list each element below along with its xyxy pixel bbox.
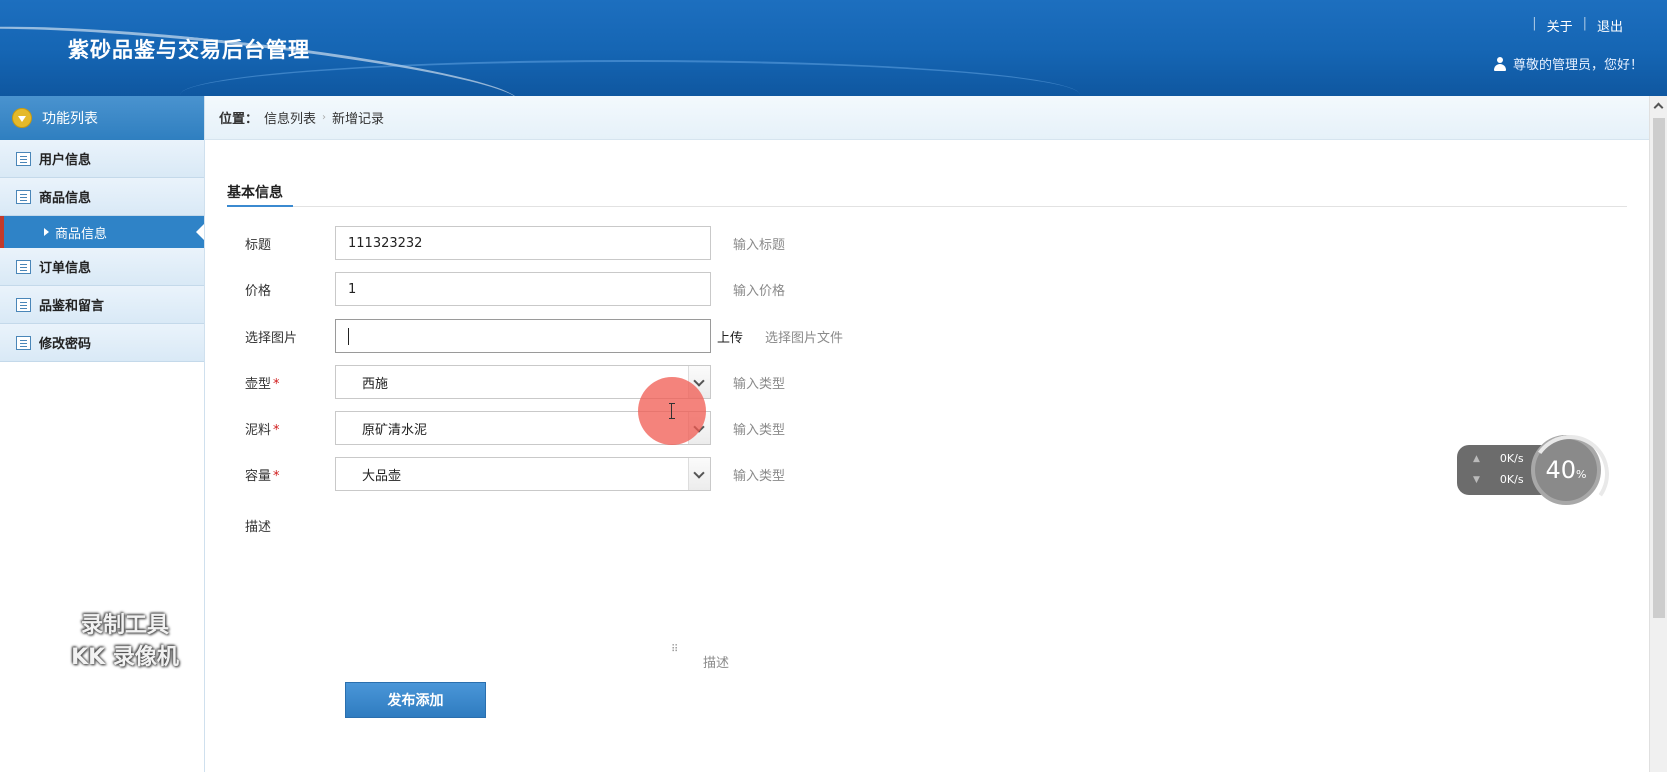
- text-cursor-icon: [669, 403, 677, 419]
- field-hint: 输入标题: [733, 237, 786, 253]
- app-title: 紫砂品鉴与交易后台管理: [68, 38, 310, 62]
- download-speed: 0K/s: [1499, 473, 1524, 486]
- sidebar-item-orders[interactable]: 订单信息: [0, 248, 204, 286]
- network-speed-widget[interactable]: ▲ 0K/s ▼ 0K/s 40%: [1457, 435, 1601, 507]
- about-link[interactable]: 关于: [1543, 16, 1577, 35]
- upload-speed: 0K/s: [1499, 452, 1524, 465]
- document-icon: [16, 189, 31, 204]
- upload-speed-row: ▲ 0K/s: [1473, 452, 1524, 465]
- chevron-down-icon[interactable]: [688, 458, 710, 490]
- price-input[interactable]: 1: [335, 272, 711, 306]
- link-separator: |: [1532, 16, 1537, 31]
- field-hint: 输入类型: [733, 422, 786, 438]
- download-speed-row: ▼ 0K/s: [1473, 473, 1524, 486]
- caret-right-icon: [44, 228, 49, 236]
- field-label-text: 容量: [245, 468, 272, 484]
- watermark-line: 录制工具: [80, 613, 169, 638]
- field-hint: 输入类型: [733, 468, 786, 484]
- required-marker: *: [273, 376, 280, 392]
- form-row-image: 选择图片 上传 选择图片文件: [245, 319, 843, 353]
- vertical-scrollbar[interactable]: [1649, 96, 1667, 772]
- field-hint: 输入类型: [733, 376, 786, 392]
- form-row-price: 价格 1 输入价格: [245, 272, 785, 306]
- submit-button[interactable]: 发布添加: [345, 682, 486, 718]
- document-icon: [16, 297, 31, 312]
- field-label: 泥料 *: [245, 419, 335, 438]
- sidebar-item-label: 商品信息: [55, 226, 108, 242]
- usage-unit: %: [1576, 467, 1587, 481]
- sidebar-item-label: 品鉴和留言: [39, 299, 105, 314]
- sidebar-item-password[interactable]: 修改密码: [0, 324, 204, 362]
- logout-link[interactable]: 退出: [1593, 16, 1627, 35]
- top-header: 紫砂品鉴与交易后台管理 | 关于 | 退出 尊敬的管理员，您好！: [0, 0, 1667, 96]
- field-label-text: 泥料: [245, 422, 272, 438]
- field-label: 选择图片: [245, 330, 298, 346]
- document-icon: [16, 259, 31, 274]
- scrollbar-thumb[interactable]: [1653, 118, 1665, 618]
- sidebar-item-label: 商品信息: [39, 191, 92, 206]
- field-label: 标题: [245, 237, 272, 253]
- select-value: 西施: [362, 376, 389, 392]
- text-cursor: [348, 327, 349, 345]
- section-title: 基本信息: [227, 185, 283, 201]
- sidebar-item-label: 订单信息: [39, 261, 92, 276]
- main-content: 位置： 信息列表 › 新增记录 基本信息 标题 111323232 输入标题 价…: [205, 96, 1649, 772]
- form-row-pot-type: 壶型 * 西施 输入类型: [245, 365, 785, 399]
- field-label: 价格: [245, 283, 272, 299]
- form-row-title: 标题 111323232 输入标题: [245, 226, 785, 260]
- image-path-input[interactable]: [335, 319, 711, 353]
- welcome-text: 尊敬的管理员，您好！: [1512, 58, 1643, 73]
- usage-percent: 40: [1545, 456, 1577, 484]
- required-marker: *: [273, 422, 280, 438]
- top-links: | 关于 | 退出: [1532, 16, 1627, 35]
- resize-handle-icon[interactable]: ⠿: [671, 644, 678, 655]
- sidebar-title: 功能列表: [42, 111, 98, 127]
- field-hint: 选择图片文件: [765, 330, 844, 346]
- description-label: 描述: [245, 520, 272, 535]
- upload-button[interactable]: 上传: [717, 327, 743, 346]
- scroll-up-icon[interactable]: [1653, 102, 1664, 113]
- breadcrumb-separator-icon: ›: [322, 112, 327, 123]
- form-row-capacity: 容量 * 大品壶 输入类型: [245, 457, 785, 491]
- breadcrumb-item: 新增记录: [332, 112, 385, 127]
- breadcrumb-item[interactable]: 信息列表: [264, 108, 316, 127]
- sidebar-item-label: 修改密码: [39, 337, 92, 352]
- recorder-watermark: 录制工具 KK 录像机: [40, 610, 210, 674]
- section-divider: [227, 205, 1627, 207]
- arrow-up-icon: ▲: [1473, 453, 1480, 464]
- arrow-down-icon: ▼: [1473, 474, 1480, 485]
- sidebar-subitem-products[interactable]: 商品信息: [0, 216, 204, 248]
- breadcrumb: 位置： 信息列表 › 新增记录: [205, 96, 1649, 140]
- user-icon: [1493, 56, 1507, 71]
- watermark-line: KK 录像机: [71, 645, 179, 670]
- field-label: 壶型 *: [245, 373, 335, 392]
- field-label: 容量 *: [245, 465, 335, 484]
- chevron-down-icon: [12, 108, 32, 128]
- field-hint: 输入价格: [733, 283, 786, 299]
- sidebar-item-reviews[interactable]: 品鉴和留言: [0, 286, 204, 324]
- welcome-message: 尊敬的管理员，您好！: [1493, 54, 1643, 73]
- title-input[interactable]: 111323232: [335, 226, 711, 260]
- usage-gauge: 40%: [1531, 435, 1601, 505]
- select-value: 原矿清水泥: [362, 422, 428, 438]
- breadcrumb-prefix: 位置：: [219, 112, 259, 127]
- select-value: 大品壶: [362, 468, 402, 484]
- field-label-text: 壶型: [245, 376, 272, 392]
- sidebar-header[interactable]: 功能列表: [0, 96, 204, 140]
- description-hint: 描述: [703, 656, 730, 671]
- link-separator: |: [1582, 16, 1587, 31]
- sidebar-item-label: 用户信息: [39, 153, 92, 168]
- sidebar-item-products[interactable]: 商品信息: [0, 178, 204, 216]
- sidebar-item-users[interactable]: 用户信息: [0, 140, 204, 178]
- document-icon: [16, 335, 31, 350]
- document-icon: [16, 151, 31, 166]
- capacity-select[interactable]: 大品壶: [335, 457, 711, 491]
- required-marker: *: [273, 468, 280, 484]
